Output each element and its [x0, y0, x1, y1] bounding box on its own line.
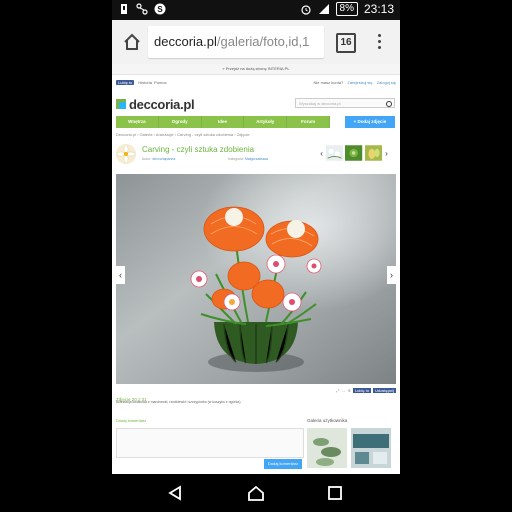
clock: 23:13 — [363, 2, 394, 16]
photo-next-arrow-icon[interactable]: › — [387, 266, 396, 284]
thumbnail-3[interactable] — [364, 144, 382, 162]
facebook-like-button[interactable]: Lubię to — [116, 80, 135, 85]
overflow-menu-icon[interactable] — [378, 32, 382, 52]
gallery-thumbnail-icon — [116, 144, 136, 164]
category-info: Kategoria: Małgorzatkaaa — [228, 157, 268, 161]
no-account-prompt: Nie masz konta? — [313, 80, 344, 85]
comments-label: Dodaj komentarz — [116, 418, 147, 423]
user-gallery: Galeria użytkownika — [307, 418, 397, 470]
photo-prev-arrow-icon[interactable]: ‹ — [116, 266, 125, 284]
recent-apps-icon[interactable] — [328, 486, 342, 500]
share-button[interactable]: Udostępnij — [373, 388, 396, 393]
notification-icon — [121, 4, 127, 14]
photo-like-button[interactable]: Lubię to — [352, 388, 372, 393]
category-label: Kategoria: — [228, 157, 244, 161]
signal-icon — [318, 4, 329, 14]
browser-toolbar: deccoria.pl/galeria/foto,id,1 16 — [112, 20, 400, 65]
nav-wnetrza[interactable]: Wnętrza — [116, 116, 159, 128]
user-gallery-label[interactable]: Galeria użytkownika — [307, 418, 397, 423]
user-gallery-thumb-2[interactable] — [351, 428, 391, 468]
android-nav-bar — [112, 474, 400, 512]
author-info: Autor: deccoriapanna — [142, 157, 175, 161]
search-input[interactable]: Wyszukaj w deccoria.pl — [295, 98, 395, 108]
web-page: » Przejdź na dużą stronę INTERIA.PL Lubi… — [112, 64, 400, 474]
fullscreen-icon[interactable]: ⤢ — [336, 388, 339, 393]
address-bar[interactable]: deccoria.pl/galeria/foto,id,1 — [148, 26, 324, 58]
breadcrumb[interactable]: Deccoria.pl › Galeria › Aranżacje › Carv… — [116, 132, 250, 137]
comment-textarea[interactable] — [116, 428, 304, 458]
shazam-icon: S — [154, 3, 166, 15]
photo-caption-bar: Zdjęcie 20 z 31 ⤢ ↔ ⊕ Lubię to Udostępni… — [116, 388, 396, 402]
alarm-icon — [300, 5, 311, 15]
logo-text: deccoria.pl — [129, 96, 195, 112]
add-photo-button[interactable]: + Dodaj zdjęcie — [345, 116, 395, 128]
nav-artykuly[interactable]: Artykuły — [244, 116, 288, 128]
photo-tools: ⤢ ↔ ⊕ Lubię to Udostępnij — [336, 388, 396, 393]
nav-ogrody[interactable]: Ogrody — [159, 116, 202, 128]
register-link[interactable]: Zarejestruj się — [347, 80, 372, 85]
arrows-icon[interactable]: ↔ — [342, 388, 346, 393]
author-label: Autor: — [142, 157, 152, 161]
main-nav: Wnętrza Ogrody Idee Artykuły Forum — [116, 116, 330, 128]
carving-photo — [116, 174, 396, 384]
nav-idee[interactable]: Idee — [202, 116, 245, 128]
category-link[interactable]: Małgorzatkaaa — [245, 157, 268, 161]
logo-mark-icon — [116, 99, 126, 109]
tab-switcher-button[interactable]: 16 — [336, 33, 356, 53]
back-icon[interactable] — [167, 485, 183, 501]
top-link-historia[interactable]: Historia — [138, 80, 152, 85]
url-domain: deccoria.pl — [154, 34, 217, 49]
zoom-icon[interactable]: ⊕ — [348, 388, 351, 393]
gallery-header: Carving - czyli sztuka zdobienia Autor: … — [116, 142, 396, 168]
top-link-pomoc[interactable]: Pomoc — [154, 80, 166, 85]
cast-icon — [136, 3, 148, 15]
site-logo[interactable]: deccoria.pl — [116, 96, 195, 112]
search-icon[interactable] — [386, 101, 392, 107]
thumbnail-strip: ‹ › — [319, 142, 389, 164]
status-bar: S 8% 23:13 — [112, 0, 400, 20]
thumb-prev-arrow-icon[interactable]: ‹ — [319, 149, 324, 158]
phone-screen: S 8% 23:13 deccoria.pl/galeria/foto,id,1… — [112, 0, 400, 512]
submit-comment-button[interactable]: Dodaj komentarz — [264, 459, 302, 469]
author-link[interactable]: deccoriapanna — [152, 157, 175, 161]
main-photo[interactable]: ‹ › — [116, 174, 396, 384]
promo-banner[interactable]: » Przejdź na dużą stronę INTERIA.PL — [112, 64, 400, 75]
comments-section: Dodaj komentarz Dodaj komentarz — [116, 418, 304, 470]
battery-indicator: 8% — [335, 2, 358, 16]
url-path: /galeria/foto,id,1 — [216, 34, 310, 49]
home-nav-icon[interactable] — [247, 485, 265, 501]
user-gallery-thumb-1[interactable] — [307, 428, 347, 468]
nav-forum[interactable]: Forum — [287, 116, 330, 128]
thumbnail-1[interactable] — [326, 144, 344, 162]
login-link[interactable]: Zaloguj się — [377, 80, 396, 85]
home-icon[interactable] — [122, 32, 142, 52]
thumbnail-2[interactable] — [345, 144, 363, 162]
svg-text:S: S — [157, 5, 163, 14]
photo-description: Aranżacja kwiatowa z marchewki, rzodkiew… — [116, 400, 241, 404]
page-title: Carving - czyli sztuka zdobienia — [142, 145, 255, 154]
search-placeholder: Wyszukaj w deccoria.pl — [299, 101, 341, 106]
thumb-next-arrow-icon[interactable]: › — [384, 149, 389, 158]
top-links: Lubię to Historia Pomoc Nie masz konta? … — [116, 80, 396, 88]
